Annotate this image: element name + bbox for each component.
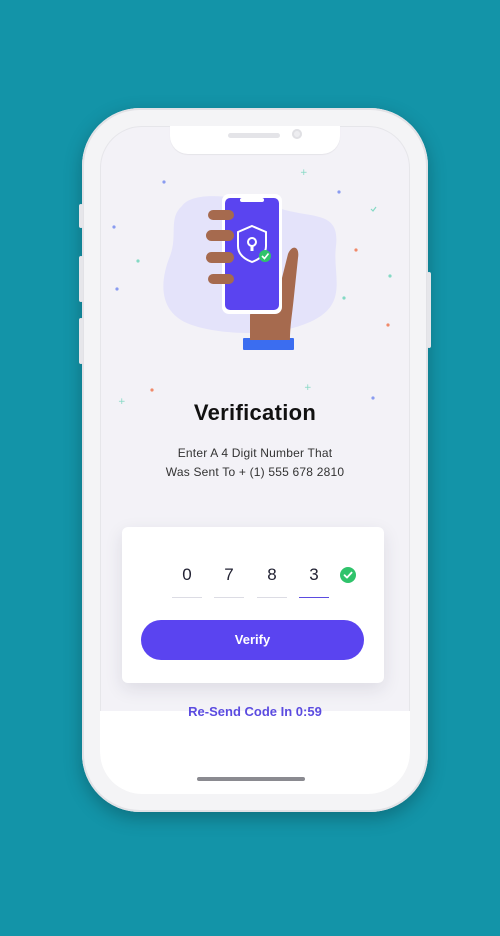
verification-instructions: Enter A 4 Digit Number That Was Sent To … (100, 444, 410, 482)
code-digit-3[interactable]: 8 (257, 561, 287, 598)
code-digit-1[interactable]: 0 (172, 561, 202, 598)
phone-side-button-right (427, 272, 431, 348)
instructions-line-2: Was Sent To + (1) 555 678 2810 (165, 465, 345, 479)
screen-bottom-area (100, 711, 410, 794)
code-digit-2[interactable]: 7 (214, 561, 244, 598)
verify-button[interactable]: Verify (141, 620, 364, 660)
instructions-line-1: Enter A 4 Digit Number That (177, 446, 333, 460)
svg-text:+: + (300, 168, 308, 178)
verification-illustration: + + + (112, 168, 392, 407)
phone-side-button-left-2 (79, 256, 83, 302)
illustration-phone-notch (240, 198, 264, 202)
phone-screen: + + + Verification Enter A 4 Digit Numbe… (100, 126, 410, 794)
page-title: Verification (193, 400, 317, 425)
phone-side-button-left-3 (79, 318, 83, 364)
phone-side-button-left-1 (79, 204, 83, 228)
svg-text:+: + (304, 383, 312, 393)
illustration-check-icon (259, 250, 271, 262)
check-circle-icon (340, 567, 356, 583)
code-digit-4[interactable]: 3 (299, 561, 329, 598)
resend-code-link[interactable]: Re-Send Code In 0:59 (100, 704, 410, 719)
home-indicator[interactable] (197, 777, 305, 781)
code-entry-card: 0 7 8 3 Verify (122, 527, 384, 683)
